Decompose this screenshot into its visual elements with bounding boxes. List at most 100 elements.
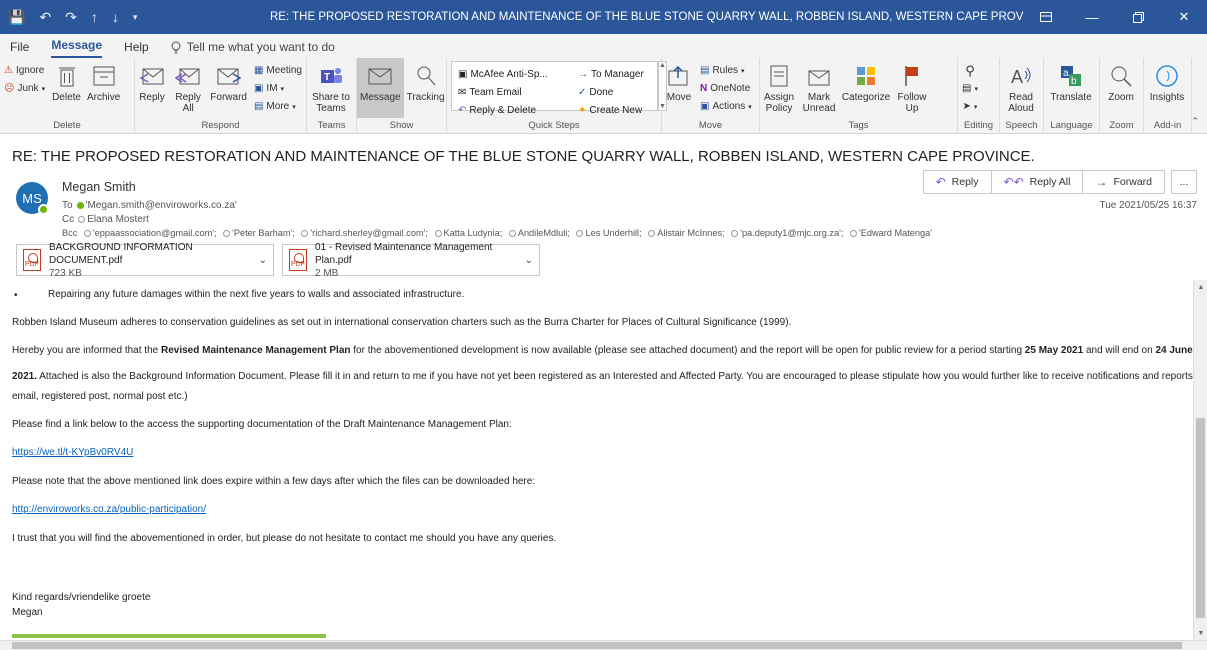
attachment-size: 723 KB <box>49 267 82 279</box>
select-button[interactable]: ➤ ▾ <box>963 99 978 114</box>
bcc-recipient[interactable]: 'eppaassociation@gmail.com'; <box>93 228 217 238</box>
forward-icon <box>217 68 242 85</box>
presence-icon <box>83 230 91 237</box>
bcc-recipient[interactable]: AndileMdluli; <box>518 228 570 238</box>
scrollbar-thumb[interactable] <box>1196 418 1205 618</box>
chevron-down-icon[interactable]: ⌄ <box>259 255 267 266</box>
chevron-down-icon[interactable]: ⌄ <box>525 255 533 266</box>
cc-recipient[interactable]: Elana Mostert <box>87 214 149 225</box>
arrow-right-icon: → <box>578 69 588 80</box>
reply-all-button-header[interactable]: ↶↶ Reply All <box>990 170 1084 194</box>
horizontal-scrollbar[interactable] <box>0 640 1207 650</box>
presence-badge <box>38 204 49 215</box>
related-button[interactable]: ▤ ▾ <box>962 81 978 96</box>
scrollbar-thumb[interactable] <box>12 642 1182 649</box>
presence-icon <box>648 230 656 237</box>
quick-step-team-email[interactable]: ✉ Team Email <box>458 85 578 100</box>
ignore-button[interactable]: ⚠ Ignore <box>4 63 45 78</box>
bcc-recipient[interactable]: 'richard.sherley@gmail.com'; <box>310 228 428 238</box>
presence-icon <box>78 216 86 223</box>
ribbon-group-speech: A Read Aloud Speech <box>1000 58 1044 134</box>
up-arrow-icon[interactable]: ↑ <box>91 9 98 25</box>
more-respond-button[interactable]: ▤ More ▾ <box>254 99 302 114</box>
close-button[interactable]: ✕ <box>1161 0 1207 34</box>
quick-steps-gallery: ▣ McAfee Anti-Sp... → To Manager ✉ Team Ema… <box>451 61 658 116</box>
meeting-button[interactable]: ▦ Meeting <box>254 63 302 78</box>
im-button[interactable]: ▣ IM ▾ <box>254 81 302 96</box>
ribbon-display-options-button[interactable] <box>1023 0 1069 34</box>
message-actions: ↶ Reply ↶↶ Reply All → Forward ... <box>922 170 1197 194</box>
bcc-recipient[interactable]: 'Peter Barham'; <box>232 228 295 238</box>
undo-icon[interactable]: ↶ <box>39 9 51 26</box>
quick-step-reply-delete[interactable]: ↶ Reply & Delete <box>458 103 578 118</box>
ribbon-group-quick-steps: ▣ McAfee Anti-Sp... → To Manager ✉ Team Ema… <box>447 58 667 134</box>
scroll-up-icon[interactable]: ▲ <box>1194 280 1207 294</box>
forward-button-header[interactable]: → Forward <box>1082 170 1165 194</box>
bcc-recipient[interactable]: Katta Ludynia; <box>444 228 503 238</box>
attachment-item[interactable]: PDF BACKGROUND INFORMATION DOCUMENT.pdf … <box>16 241 274 279</box>
bcc-recipient[interactable]: 'pa.deputy1@mjc.org.za'; <box>740 228 843 238</box>
onenote-button[interactable]: N OneNote <box>700 81 752 96</box>
bcc-recipient[interactable]: 'Edward Matenga' <box>859 228 932 238</box>
body-paragraph: Please find a link below to the access t… <box>12 419 512 430</box>
message-header: RE: THE PROPOSED RESTORATION AND MAINTEN… <box>0 134 1207 280</box>
attachment-name: BACKGROUND INFORMATION DOCUMENT.pdf <box>49 241 193 266</box>
checkmark-icon: ✓ <box>578 87 587 98</box>
tab-file[interactable]: File <box>10 40 29 58</box>
junk-button[interactable]: ☹ Junk ▾ <box>4 81 45 96</box>
quick-step-done[interactable]: ✓ Done <box>578 85 653 100</box>
ribbon: ⚠ Ignore ☹ Junk ▾ Delete Archive Delete R… <box>0 58 1207 134</box>
wetransfer-link[interactable]: https://we.tl/t-KYpBv0RV4U <box>12 447 133 458</box>
down-arrow-icon[interactable]: ↓ <box>112 9 119 25</box>
sender-name[interactable]: Megan Smith <box>62 180 136 194</box>
find-button[interactable]: ⚲ <box>965 63 975 78</box>
ribbon-group-language: ab Translate Language <box>1044 58 1100 134</box>
collapse-ribbon-button[interactable]: ⌃ <box>1191 116 1199 127</box>
attachment-item[interactable]: PDF 01 - Revised Maintenance Management … <box>282 242 540 279</box>
ribbon-group-addin: Insights Add-in <box>1144 58 1192 134</box>
reply-delete-icon: ↶ <box>458 105 467 116</box>
ribbon-group-respond: Reply Reply All Forward ▦ Meeting ▣ IM ▾ … <box>135 58 307 134</box>
actions-button[interactable]: ▣ Actions ▾ <box>700 99 752 114</box>
public-participation-link[interactable]: http://enviroworks.co.za/public-particip… <box>12 504 206 515</box>
tell-me-label: Tell me what you want to do <box>186 40 335 54</box>
presence-icon <box>223 230 231 237</box>
bcc-recipient[interactable]: Les Underhill; <box>585 228 641 238</box>
to-recipient[interactable]: 'Megan.smith@enviroworks.co.za' <box>86 200 237 211</box>
quick-step-to-manager[interactable]: → To Manager <box>578 67 653 82</box>
signature-divider <box>12 634 326 638</box>
bcc-line: Bcc 'eppaassociation@gmail.com'; 'Peter … <box>62 228 932 238</box>
junk-icon: ☹ <box>4 83 15 94</box>
message-subject: RE: THE PROPOSED RESTORATION AND MAINTEN… <box>12 148 1035 165</box>
quick-access-toolbar: 💾 ↶ ↷ ↑ ↓ ▾ <box>0 9 150 26</box>
ribbon-group-editing: ⚲ ▤ ▾ ➤ ▾ Editing <box>958 58 1000 134</box>
restore-button[interactable] <box>1115 0 1161 34</box>
ignore-icon: ⚠ <box>4 65 13 76</box>
bcc-recipient[interactable]: Alistair McInnes; <box>657 228 724 238</box>
svg-text:A: A <box>1011 67 1023 87</box>
tab-message[interactable]: Message <box>51 38 103 58</box>
quick-step-mcafee[interactable]: ▣ McAfee Anti-Sp... <box>458 67 578 82</box>
vertical-scrollbar[interactable]: ▲ ▼ <box>1193 280 1207 640</box>
tracking-icon <box>417 66 435 86</box>
move-icon <box>668 66 688 86</box>
flag-icon <box>905 66 918 86</box>
ribbon-group-teams: T Share to Teams Teams <box>307 58 357 134</box>
scroll-down-icon[interactable]: ▼ <box>1194 626 1207 640</box>
minimize-button[interactable]: — <box>1069 0 1115 34</box>
to-line: To 'Megan.smith@enviroworks.co.za' <box>62 200 237 211</box>
tell-me-search[interactable]: Tell me what you want to do <box>171 40 335 58</box>
ribbon-group-tags: Assign Policy Mark Unread Categorize Fol… <box>760 58 958 134</box>
reply-button-header[interactable]: ↶ Reply <box>922 170 992 194</box>
customize-toolbar-icon[interactable]: ▾ <box>133 12 138 23</box>
forward-arrow-icon: → <box>1095 175 1108 189</box>
rules-button[interactable]: ▤ Rules ▾ <box>700 63 752 78</box>
redo-icon[interactable]: ↷ <box>65 9 77 26</box>
message-view-button[interactable]: Message <box>357 58 404 118</box>
save-icon[interactable]: 💾 <box>8 9 25 26</box>
quick-step-create-new[interactable]: ✦ Create New <box>578 103 653 118</box>
tab-help[interactable]: Help <box>124 40 149 58</box>
minimize-icon: — <box>1085 9 1099 25</box>
more-actions-button[interactable]: ... <box>1171 170 1197 194</box>
envelope-small-icon: ✉ <box>458 87 467 98</box>
